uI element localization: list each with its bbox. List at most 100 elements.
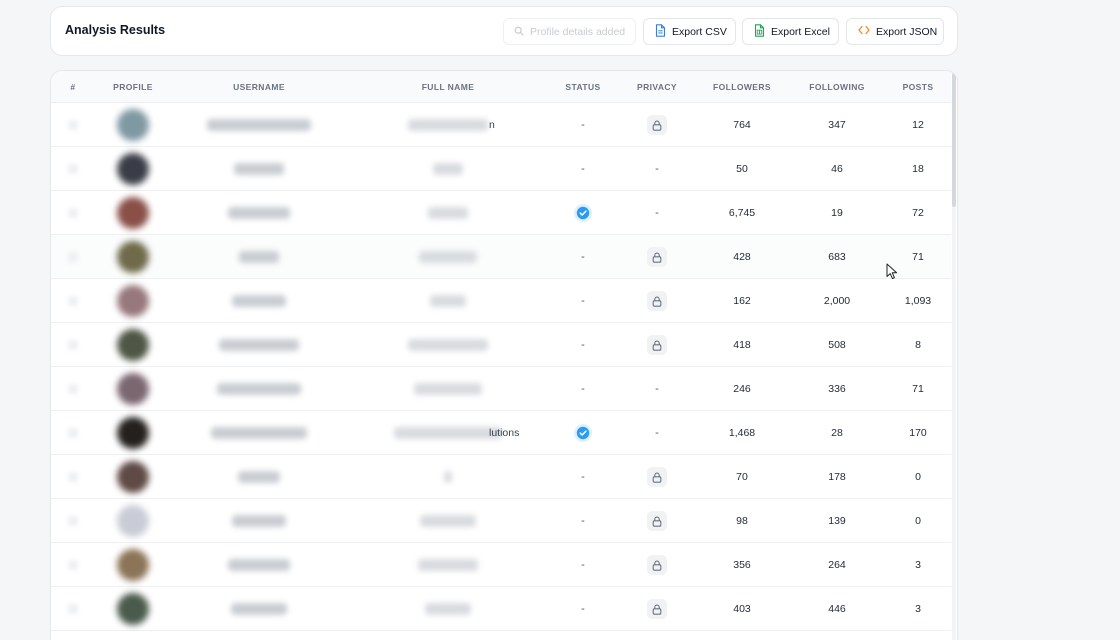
column-header-profile[interactable]: PROFILE (113, 82, 153, 92)
row-index (68, 279, 78, 323)
posts-count: 8 (915, 339, 921, 351)
username-cell[interactable] (231, 587, 287, 631)
avatar-image (117, 417, 149, 449)
username-cell[interactable] (239, 235, 279, 279)
privacy-cell (647, 499, 667, 543)
table-row[interactable]: n - 764 347 12 (51, 103, 951, 147)
lock-icon (647, 511, 667, 531)
row-index (68, 323, 78, 367)
posts-count: 3 (915, 603, 921, 615)
username-cell[interactable] (232, 499, 286, 543)
avatar[interactable] (117, 235, 149, 279)
avatar[interactable] (117, 543, 149, 587)
export-csv-button[interactable]: Export CSV (643, 18, 736, 45)
table-row[interactable]: - 403 446 3 (51, 587, 951, 631)
avatar[interactable] (117, 103, 149, 147)
row-index-blurred (68, 164, 78, 174)
status-cell: - (581, 147, 585, 191)
username-cell[interactable] (228, 543, 290, 587)
username-cell[interactable] (234, 147, 284, 191)
username-cell[interactable] (219, 323, 299, 367)
table-row[interactable]: - 356 264 3 (51, 543, 951, 587)
following-count: 139 (828, 515, 846, 527)
avatar[interactable] (117, 323, 149, 367)
table-row[interactable]: - 428 683 71 (51, 235, 951, 279)
status-cell: - (581, 455, 585, 499)
row-index-blurred (68, 428, 78, 438)
verified-check-icon (574, 204, 592, 222)
full-name-visible-text: lutions (489, 427, 520, 439)
table-row[interactable]: - 98 139 0 (51, 499, 951, 543)
status-cell (574, 191, 592, 235)
avatar[interactable] (117, 499, 149, 543)
avatar-image (117, 329, 149, 361)
following-count: 2,000 (823, 295, 851, 307)
full-name-cell (418, 543, 478, 587)
search-input[interactable]: Profile details added (503, 18, 636, 45)
table-row[interactable]: - 418 508 8 (51, 323, 951, 367)
avatar[interactable] (117, 367, 149, 411)
mouse-pointer-icon (886, 263, 898, 285)
username-cell[interactable] (238, 455, 280, 499)
export-excel-button[interactable]: Export Excel (742, 18, 839, 45)
verified-check-icon (574, 424, 592, 442)
avatar[interactable] (117, 279, 149, 323)
column-header-username[interactable]: USERNAME (233, 82, 285, 92)
username-cell[interactable] (228, 191, 290, 235)
username-cell[interactable] (211, 411, 307, 455)
avatar[interactable] (117, 147, 149, 191)
spreadsheet-icon (754, 23, 765, 40)
row-index (68, 191, 78, 235)
export-excel-label: Export Excel (771, 25, 830, 38)
column-header-followers[interactable]: FOLLOWERS (713, 82, 771, 92)
column-header-following[interactable]: FOLLOWING (809, 82, 865, 92)
avatar[interactable] (117, 587, 149, 631)
status-text: - (581, 295, 585, 307)
full-name-cell (394, 411, 502, 455)
row-index (68, 411, 78, 455)
privacy-cell: - (655, 191, 659, 235)
status-cell: - (581, 543, 585, 587)
username-blurred (239, 251, 279, 263)
column-header-full-name[interactable]: FULL NAME (422, 82, 475, 92)
table-row[interactable]: lutions - 1,468 28 170 (51, 411, 951, 455)
row-index-blurred (68, 604, 78, 614)
table-row[interactable]: - - 246 336 71 (51, 367, 951, 411)
privacy-cell: - (655, 147, 659, 191)
search-placeholder: Profile details added (530, 25, 626, 38)
column-header-index[interactable]: # (70, 82, 75, 92)
lock-icon (647, 291, 667, 311)
avatar[interactable] (117, 411, 149, 455)
export-json-button[interactable]: Export JSON (846, 18, 944, 45)
table-row[interactable]: - 162 2,000 1,093 (51, 279, 951, 323)
row-index-blurred (68, 252, 78, 262)
column-header-status[interactable]: STATUS (565, 82, 600, 92)
username-blurred (207, 119, 311, 131)
lock-icon (647, 599, 667, 619)
table-row[interactable]: - 70 178 0 (51, 455, 951, 499)
status-text: - (581, 515, 585, 527)
full-name-cell (408, 103, 488, 147)
column-header-privacy[interactable]: PRIVACY (637, 82, 677, 92)
page-title: Analysis Results (65, 23, 166, 37)
status-text: - (581, 251, 585, 263)
following-count: 28 (831, 427, 843, 439)
avatar-image (117, 109, 149, 141)
avatar-image (117, 197, 149, 229)
username-cell[interactable] (232, 279, 286, 323)
avatar[interactable] (117, 455, 149, 499)
followers-count: 6,745 (728, 207, 756, 219)
table-row[interactable]: - 6,745 19 72 (51, 191, 951, 235)
avatar-image (117, 593, 149, 625)
table-scrollbar[interactable] (952, 73, 956, 640)
scrollbar-thumb[interactable] (952, 73, 956, 207)
avatar[interactable] (117, 191, 149, 235)
full-name-blurred (428, 207, 468, 219)
username-blurred (228, 207, 290, 219)
username-cell[interactable] (217, 367, 301, 411)
row-index (68, 103, 78, 147)
table-row[interactable]: - - 50 46 18 (51, 147, 951, 191)
analysis-results-header: Analysis Results Profile details added E… (50, 6, 958, 56)
column-header-posts[interactable]: POSTS (903, 82, 934, 92)
username-cell[interactable] (207, 103, 311, 147)
